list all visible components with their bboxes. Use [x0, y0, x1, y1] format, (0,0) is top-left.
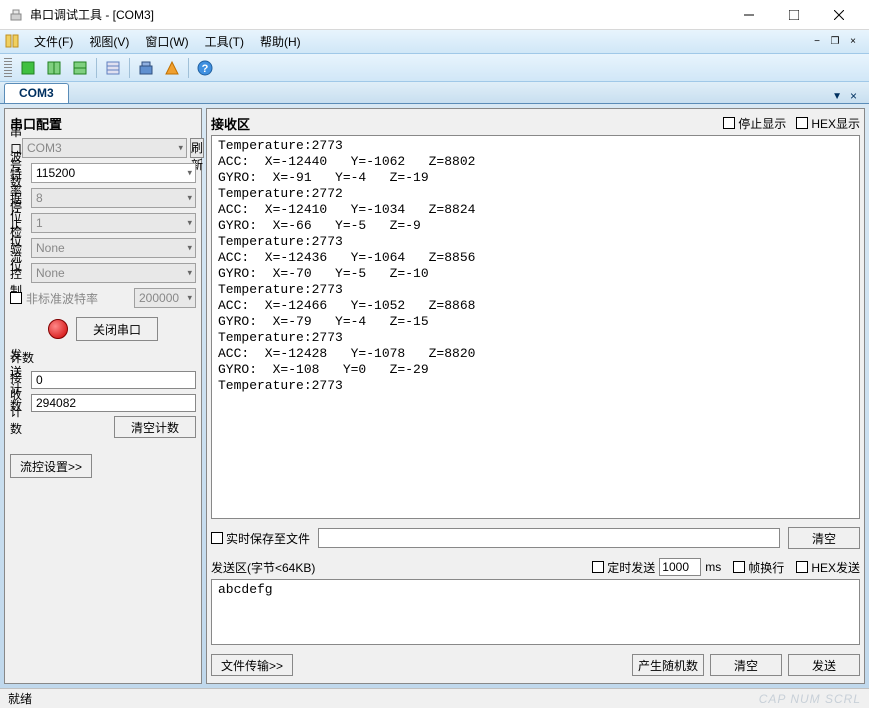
refresh-button[interactable]: 刷新 — [190, 138, 204, 158]
timer-interval-input[interactable] — [659, 558, 701, 576]
timer-send-checkbox[interactable] — [592, 561, 604, 573]
receive-textarea[interactable]: Temperature:2773 ACC: X=-12440 Y=-1062 Z… — [211, 135, 860, 519]
timer-unit: ms — [705, 560, 721, 574]
tab-dropdown-icon[interactable]: ▼ — [832, 91, 842, 102]
right-panel: 接收区 停止显示 HEX显示 Temperature:2773 ACC: X=-… — [206, 108, 865, 684]
window-title: 串口调试工具 - [COM3] — [30, 6, 726, 23]
app-icon — [8, 7, 24, 23]
count-title: 计数 — [10, 349, 196, 366]
statusbar: 就绪 CAP NUM SCRL — [0, 688, 869, 708]
databits-select[interactable] — [31, 188, 196, 208]
menu-window[interactable]: 窗口(W) — [137, 31, 196, 52]
status-indicators: CAP NUM SCRL — [759, 692, 861, 706]
menubar-app-icon[interactable] — [4, 33, 22, 51]
save-file-label: 实时保存至文件 — [226, 530, 310, 547]
nonstandard-label: 非标准波特率 — [26, 290, 134, 307]
save-file-checkbox[interactable] — [211, 532, 223, 544]
menu-tools[interactable]: 工具(T) — [197, 31, 252, 52]
tab-close-icon[interactable]: × — [846, 89, 861, 103]
status-led-icon — [48, 319, 68, 339]
titlebar: 串口调试工具 - [COM3] — [0, 0, 869, 30]
recv-count-label: 接收计数 — [10, 369, 31, 437]
flow-settings-button[interactable]: 流控设置>> — [10, 454, 92, 478]
parity-select[interactable] — [31, 238, 196, 258]
file-transfer-button[interactable]: 文件传输>> — [211, 654, 293, 676]
hex-send-label: HEX发送 — [811, 559, 860, 576]
frame-newline-label: 帧换行 — [748, 559, 784, 576]
toolbar: ? — [0, 54, 869, 82]
svg-text:?: ? — [202, 63, 209, 75]
toolbar-btn-3[interactable] — [68, 56, 92, 80]
clear-count-button[interactable]: 清空计数 — [114, 416, 196, 438]
menu-view[interactable]: 视图(V) — [81, 31, 137, 52]
stopbits-select[interactable] — [31, 213, 196, 233]
workspace: 串口配置 串口号 ▾ 刷新 波特率 ▾ 数据位 — [0, 104, 869, 688]
toolbar-btn-1[interactable] — [16, 56, 40, 80]
toolbar-grip — [4, 58, 12, 78]
toolbar-help-icon[interactable]: ? — [193, 56, 217, 80]
close-port-button[interactable]: 关闭串口 — [76, 317, 158, 341]
send-button[interactable]: 发送 — [788, 654, 860, 676]
toolbar-btn-2[interactable] — [42, 56, 66, 80]
status-text: 就绪 — [8, 690, 759, 707]
config-title: 串口配置 — [10, 114, 196, 133]
baud-select[interactable] — [31, 163, 196, 183]
hex-display-label: HEX显示 — [811, 115, 860, 132]
tab-strip: COM3 ▼ × — [0, 82, 869, 104]
clear-recv-button[interactable]: 清空 — [788, 527, 860, 549]
minimize-button[interactable] — [726, 1, 771, 29]
hex-send-checkbox[interactable] — [796, 561, 808, 573]
tab-com3[interactable]: COM3 — [4, 83, 69, 103]
menubar: 文件(F) 视图(V) 窗口(W) 工具(T) 帮助(H) − ❐ × — [0, 30, 869, 54]
clear-send-button[interactable]: 清空 — [710, 654, 782, 676]
mdi-minimize-button[interactable]: − — [809, 35, 825, 49]
window-controls — [726, 1, 861, 29]
hex-display-checkbox[interactable] — [796, 117, 808, 129]
maximize-button[interactable] — [771, 1, 816, 29]
stop-display-label: 停止显示 — [738, 115, 786, 132]
recv-count-input[interactable] — [31, 394, 196, 412]
flowcontrol-select[interactable] — [31, 263, 196, 283]
stop-display-checkbox[interactable] — [723, 117, 735, 129]
frame-newline-checkbox[interactable] — [733, 561, 745, 573]
send-textarea[interactable]: abcdefg — [211, 579, 860, 645]
random-button[interactable]: 产生随机数 — [632, 654, 704, 676]
toolbar-btn-5[interactable] — [134, 56, 158, 80]
left-panel: 串口配置 串口号 ▾ 刷新 波特率 ▾ 数据位 — [4, 108, 202, 684]
recv-title: 接收区 — [211, 114, 723, 133]
save-path-input[interactable] — [318, 528, 780, 548]
send-count-input[interactable] — [31, 371, 196, 389]
menu-help[interactable]: 帮助(H) — [252, 31, 309, 52]
close-button[interactable] — [816, 1, 861, 29]
menu-file[interactable]: 文件(F) — [26, 31, 81, 52]
mdi-close-button[interactable]: × — [845, 35, 861, 49]
toolbar-btn-6[interactable] — [160, 56, 184, 80]
mdi-restore-button[interactable]: ❐ — [827, 35, 843, 49]
nonstandard-checkbox[interactable] — [10, 292, 22, 304]
nonstandard-input[interactable] — [134, 288, 196, 308]
port-select[interactable] — [22, 138, 187, 158]
send-title: 发送区(字节<64KB) — [211, 559, 592, 576]
toolbar-btn-4[interactable] — [101, 56, 125, 80]
timer-send-label: 定时发送 — [607, 559, 655, 576]
